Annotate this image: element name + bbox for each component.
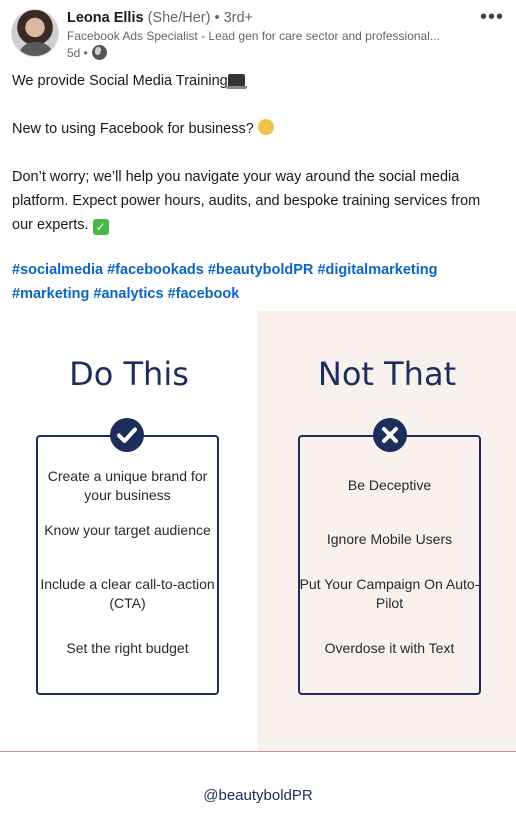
- dont-item: Be Deceptive: [347, 477, 432, 493]
- hashtag-link[interactable]: #digitalmarketing: [317, 262, 437, 278]
- post-paragraph-1: We provide Social Media Training: [12, 69, 504, 93]
- divider: [0, 751, 516, 752]
- author-line: Leona Ellis (She/Her) • 3rd+: [67, 10, 253, 26]
- hashtag-link[interactable]: #facebookads: [107, 262, 204, 278]
- do-item: Create a unique brand for your business: [47, 468, 208, 503]
- shrug-emoji: [257, 119, 274, 135]
- not-that-title: Not That: [317, 355, 457, 393]
- do-item: Include a clear call-to-action (CTA): [40, 576, 215, 611]
- hashtag-link[interactable]: #beautyboldPR: [208, 262, 314, 278]
- dont-item: Ignore Mobile Users: [326, 531, 453, 547]
- hashtags: #socialmedia #facebookads #beautyboldPR …: [12, 258, 504, 306]
- post-header: Leona Ellis (She/Her) • 3rd+ Facebook Ad…: [0, 0, 516, 64]
- post-meta: 5d •: [67, 45, 107, 60]
- post-paragraph-2: New to using Facebook for business?: [12, 117, 504, 141]
- brand-handle: @beautyboldPR: [203, 787, 313, 804]
- hashtag-link[interactable]: #analytics: [93, 286, 163, 302]
- paragraph-1-text: We provide Social Media Training: [12, 73, 228, 89]
- hashtag-link[interactable]: #marketing: [12, 286, 89, 302]
- check-mark-emoji: ✓: [92, 219, 109, 235]
- paragraph-2-text: New to using Facebook for business?: [12, 121, 254, 137]
- dont-item: Overdose it with Text: [324, 640, 455, 656]
- post-paragraph-3: Don’t worry; we’ll help you navigate you…: [12, 165, 504, 237]
- dont-item: Put Your Campaign On Auto-Pilot: [299, 576, 480, 611]
- hashtags-line-2: #marketing #analytics #facebook: [12, 282, 504, 306]
- do-item: Know your target audience: [44, 522, 211, 538]
- hashtag-link[interactable]: #socialmedia: [12, 262, 103, 278]
- post-image[interactable]: Do This Not That Create a unique brand f…: [0, 311, 516, 832]
- globe-icon: [91, 45, 107, 60]
- author-headline: Facebook Ads Specialist - Lead gen for c…: [67, 29, 440, 43]
- do-this-title: Do This: [69, 355, 189, 393]
- connection-degree: • 3rd+: [214, 10, 254, 26]
- paragraph-3-text: Don’t worry; we’ll help you navigate you…: [12, 169, 481, 233]
- do-item: Set the right budget: [66, 640, 189, 656]
- hashtags-line-1: #socialmedia #facebookads #beautyboldPR …: [12, 258, 504, 282]
- avatar[interactable]: [11, 9, 59, 57]
- hashtag-link[interactable]: #facebook: [168, 286, 240, 302]
- author-pronouns: (She/Her): [147, 10, 211, 26]
- checkmark-circle-icon: [110, 418, 144, 452]
- x-circle-icon: [373, 418, 407, 452]
- laptop-emoji: [225, 74, 247, 89]
- author-name[interactable]: Leona Ellis: [67, 10, 144, 26]
- post-time: 5d •: [67, 45, 88, 60]
- more-options-icon[interactable]: •••: [480, 6, 504, 29]
